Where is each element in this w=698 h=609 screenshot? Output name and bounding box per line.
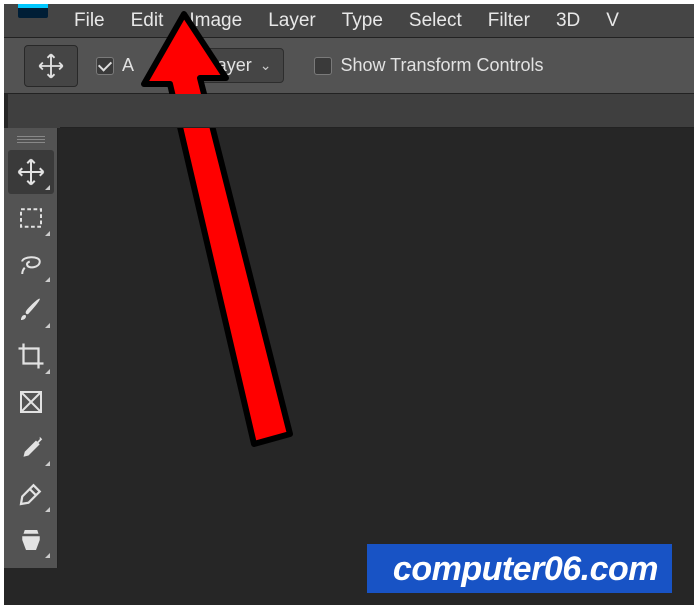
plus-icon: + (152, 54, 176, 77)
show-transform-checkbox[interactable] (314, 57, 332, 75)
flyout-triangle-icon (45, 277, 50, 282)
current-tool-preview[interactable] (24, 45, 78, 87)
brush-tool[interactable] (8, 288, 54, 332)
move-tool[interactable] (8, 150, 54, 194)
menu-filter[interactable]: Filter (476, 6, 542, 36)
flyout-triangle-icon (45, 369, 50, 374)
canvas-area[interactable] (4, 94, 694, 605)
menu-view-truncated[interactable]: V (594, 6, 631, 36)
flyout-triangle-icon (45, 507, 50, 512)
chevron-down-icon: ⌄ (260, 57, 272, 74)
document-tab[interactable] (8, 94, 60, 128)
menu-select[interactable]: Select (397, 6, 474, 36)
clone-stamp-tool[interactable] (8, 518, 54, 562)
flyout-triangle-icon (45, 231, 50, 236)
menu-type[interactable]: Type (330, 6, 395, 36)
lasso-tool[interactable] (8, 242, 54, 286)
healing-brush-tool[interactable] (8, 472, 54, 516)
flyout-triangle-icon (45, 553, 50, 558)
auto-select-target-value: Layer (207, 55, 252, 76)
canvas-left-gutter (4, 128, 58, 605)
move-icon (37, 52, 65, 80)
menu-3d[interactable]: 3D (544, 6, 592, 36)
app-logo (18, 4, 48, 18)
menu-bar: File Edit Image Layer Type Select Filter… (4, 4, 694, 38)
panel-drag-handle[interactable] (13, 134, 49, 144)
auto-select-label: A (122, 55, 134, 76)
flyout-triangle-icon (45, 185, 50, 190)
crop-tool[interactable] (8, 334, 54, 378)
auto-select-checkbox[interactable] (96, 57, 114, 75)
tools-panel (4, 128, 58, 568)
canvas-tab-bar (58, 94, 694, 128)
show-transform-option[interactable]: Show Transform Controls (314, 55, 543, 76)
frame-tool[interactable] (8, 380, 54, 424)
menu-file[interactable]: File (62, 6, 117, 36)
menu-edit[interactable]: Edit (119, 6, 176, 36)
flyout-triangle-icon (45, 461, 50, 466)
menu-layer[interactable]: Layer (256, 6, 328, 36)
auto-select-target-dropdown[interactable]: Layer ⌄ (194, 48, 285, 83)
auto-select-option[interactable]: A (96, 55, 134, 76)
show-transform-label: Show Transform Controls (340, 55, 543, 76)
eyedropper-tool[interactable] (8, 426, 54, 470)
marquee-tool[interactable] (8, 196, 54, 240)
options-bar: A + Layer ⌄ Show Transform Controls (4, 38, 694, 94)
flyout-triangle-icon (45, 323, 50, 328)
menu-image[interactable]: Image (177, 6, 254, 36)
workspace (4, 94, 694, 605)
watermark: computer06.com (367, 544, 672, 593)
